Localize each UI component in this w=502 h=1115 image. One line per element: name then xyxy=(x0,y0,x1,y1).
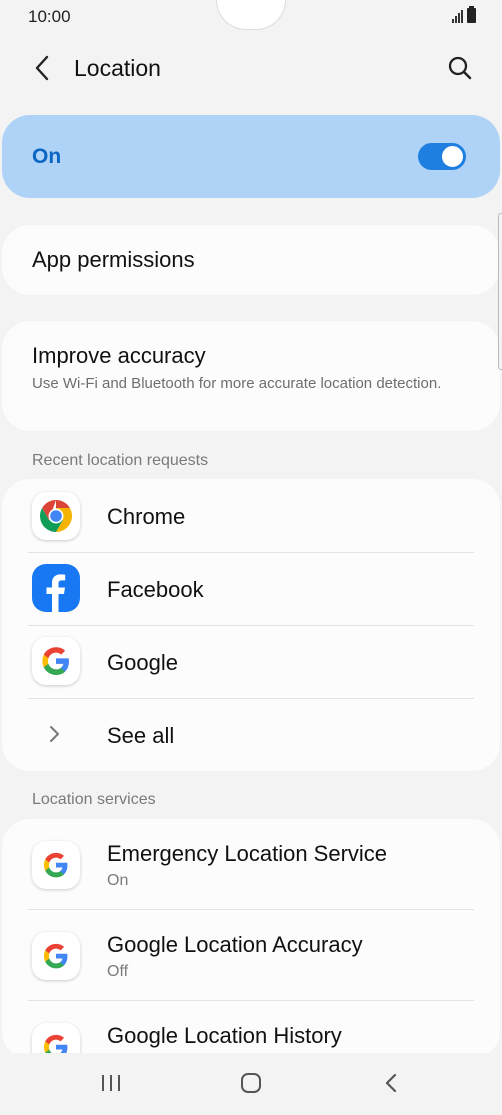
location-services-list: Emergency Location Service On Google Loc… xyxy=(2,819,500,1071)
recents-icon xyxy=(102,1075,120,1091)
location-settings-screen: 10:00 Location On App permissions Improv… xyxy=(0,0,502,1115)
app-permissions-item[interactable]: App permissions xyxy=(2,225,500,295)
location-services-header: Location services xyxy=(32,791,156,808)
search-icon xyxy=(448,56,472,80)
signal-icon xyxy=(452,9,463,23)
google-icon xyxy=(32,841,80,889)
home-icon xyxy=(241,1073,261,1093)
page-title: Location xyxy=(74,55,161,81)
app-header: Location xyxy=(0,40,502,96)
recent-request-google[interactable]: Google xyxy=(2,625,500,698)
master-toggle-label: On xyxy=(32,145,62,168)
service-label: Emergency Location Service xyxy=(107,841,388,866)
scrollbar[interactable] xyxy=(498,213,502,370)
service-emergency-location[interactable]: Emergency Location Service On xyxy=(2,819,500,909)
location-master-toggle[interactable]: On xyxy=(2,115,500,198)
back-button[interactable] xyxy=(24,50,60,86)
chevron-left-icon xyxy=(35,55,49,81)
app-permissions-label: App permissions xyxy=(32,247,195,272)
home-button[interactable] xyxy=(226,1061,276,1105)
service-status: On xyxy=(107,872,129,889)
location-switch[interactable] xyxy=(418,143,466,170)
back-nav-icon xyxy=(385,1073,397,1093)
recent-requests-list: Chrome Facebook Google See all xyxy=(2,479,500,771)
recent-request-label: Facebook xyxy=(107,577,204,602)
status-bar: 10:00 xyxy=(0,0,502,34)
improve-accuracy-description: Use Wi-Fi and Bluetooth for more accurat… xyxy=(32,375,442,392)
improve-accuracy-item[interactable]: Improve accuracy Use Wi-Fi and Bluetooth… xyxy=(2,321,500,431)
status-time: 10:00 xyxy=(28,7,71,26)
google-icon xyxy=(32,637,80,685)
navigation-bar xyxy=(0,1053,502,1115)
improve-accuracy-label: Improve accuracy xyxy=(32,343,206,368)
chrome-icon xyxy=(32,492,80,540)
recent-requests-header: Recent location requests xyxy=(32,452,209,469)
switch-knob xyxy=(441,145,464,168)
camera-notch xyxy=(216,0,286,30)
back-nav-button[interactable] xyxy=(366,1061,416,1105)
recent-request-label: Google xyxy=(107,650,178,675)
recents-button[interactable] xyxy=(86,1061,136,1105)
recent-request-chrome[interactable]: Chrome xyxy=(2,479,500,552)
service-label: Google Location Accuracy xyxy=(107,932,363,957)
facebook-icon xyxy=(32,564,80,612)
service-status: Off xyxy=(107,963,129,980)
chevron-right-icon xyxy=(50,726,59,742)
google-icon xyxy=(32,932,80,980)
service-google-location-accuracy[interactable]: Google Location Accuracy Off xyxy=(2,910,500,1000)
see-all-label: See all xyxy=(107,723,175,748)
status-icons xyxy=(452,6,476,23)
battery-icon xyxy=(467,6,476,23)
recent-request-label: Chrome xyxy=(107,504,186,529)
search-button[interactable] xyxy=(442,50,478,86)
service-label: Google Location History xyxy=(107,1023,342,1048)
see-all-button[interactable]: See all xyxy=(2,698,500,771)
recent-request-facebook[interactable]: Facebook xyxy=(2,552,500,625)
